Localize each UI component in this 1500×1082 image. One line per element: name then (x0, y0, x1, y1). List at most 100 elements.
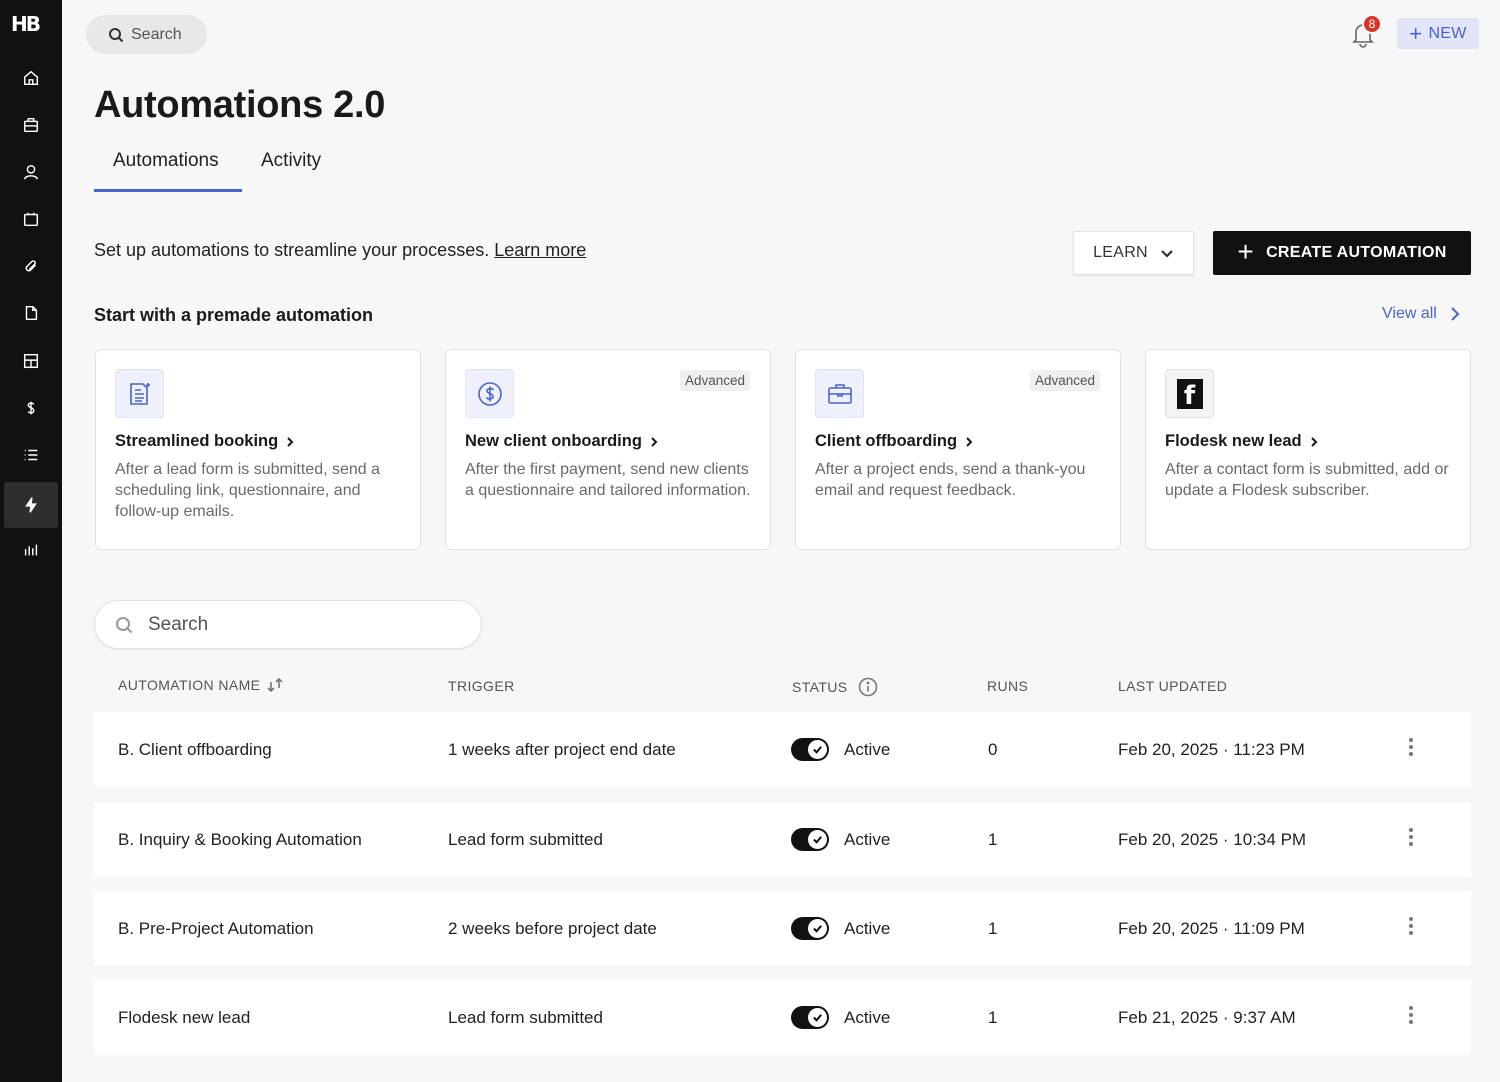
sidebar-item-documents[interactable] (4, 290, 58, 336)
document-icon (25, 305, 38, 321)
list-icon (24, 449, 38, 461)
premade-card-title-text: Streamlined booking (115, 432, 279, 450)
sidebar-item-automations[interactable] (4, 482, 58, 528)
column-header-name[interactable]: AUTOMATION NAME (118, 677, 284, 693)
automation-name: Flodesk new lead (118, 1007, 251, 1027)
status-toggle[interactable] (791, 828, 829, 851)
toggle-knob (808, 740, 827, 759)
toggle-knob (808, 1008, 827, 1027)
sidebar-item-payments[interactable] (4, 385, 58, 431)
calendar-icon (23, 212, 39, 227)
premade-card-description: After the first payment, send new client… (465, 461, 751, 499)
check-icon (813, 836, 822, 844)
status-toggle[interactable] (791, 1006, 829, 1029)
chevron-right-icon (651, 436, 658, 447)
global-search[interactable]: Search (86, 15, 207, 54)
table-row[interactable]: B. Inquiry & Booking Automation Lead for… (94, 802, 1471, 877)
automation-runs: 1 (988, 1007, 998, 1027)
premade-card-streamlined-booking[interactable]: Streamlined booking After a lead form is… (95, 349, 421, 550)
column-header-status: STATUS (792, 677, 878, 697)
premade-card-description: After a contact form is submitted, add o… (1165, 461, 1449, 499)
sidebar-item-files[interactable] (4, 243, 58, 289)
chevron-right-icon (287, 436, 294, 447)
global-search-placeholder: Search (131, 25, 182, 43)
flodesk-logo: f (1176, 378, 1203, 409)
more-options-icon[interactable] (1399, 734, 1423, 760)
automation-trigger: 1 weeks after project end date (448, 739, 676, 759)
automation-status: Active (844, 918, 891, 938)
advanced-badge: Advanced (1029, 370, 1100, 391)
premade-card-title: Client offboarding (815, 432, 973, 451)
info-icon[interactable] (858, 677, 878, 697)
premade-card-title: New client onboarding (465, 432, 658, 451)
dollar-icon (27, 401, 35, 415)
table-row[interactable]: B. Client offboarding 1 weeks after proj… (94, 712, 1471, 787)
home-icon (23, 70, 39, 86)
table-row[interactable]: B. Pre-Project Automation 2 weeks before… (94, 891, 1471, 966)
lightning-icon (25, 497, 37, 513)
sidebar-item-templates[interactable] (4, 338, 58, 384)
table-row[interactable]: Flodesk new lead Lead form submitted Act… (94, 980, 1471, 1055)
automation-runs: 1 (988, 829, 998, 849)
premade-card-title-text: Client offboarding (815, 432, 958, 450)
automation-last-updated: Feb 20, 2025 · 10:34 PM (1118, 829, 1307, 849)
premade-card-new-client-onboarding[interactable]: Advanced New client onboarding After the… (445, 349, 771, 550)
more-options-icon[interactable] (1399, 1002, 1423, 1028)
check-icon (813, 925, 822, 933)
learn-dropdown-button[interactable]: LEARN (1073, 231, 1194, 275)
search-icon (116, 616, 133, 633)
sidebar-item-home[interactable] (4, 55, 58, 101)
view-all-label: View all (1382, 305, 1437, 322)
premade-card-title: Flodesk new lead (1165, 432, 1318, 451)
premade-card-description: After a lead form is submitted, send a s… (115, 461, 381, 520)
premade-card-flodesk-new-lead[interactable]: f Flodesk new lead After a contact form … (1145, 349, 1471, 550)
chevron-right-icon (1451, 307, 1460, 321)
check-icon (813, 746, 822, 754)
sidebar-item-tasks[interactable] (4, 432, 58, 478)
create-automation-label: CREATE AUTOMATION (1266, 244, 1447, 261)
plus-icon: + (1237, 236, 1255, 267)
premade-card-description: After a project ends, send a thank-you e… (815, 461, 1086, 499)
new-button[interactable]: + NEW (1397, 18, 1479, 49)
automations-search-input[interactable] (148, 613, 448, 636)
premade-section-title: Start with a premade automation (94, 305, 374, 325)
automations-search (94, 600, 482, 649)
automation-runs: 1 (988, 918, 998, 938)
view-all-link[interactable]: View all (1382, 305, 1461, 323)
automation-last-updated: Feb 20, 2025 · 11:23 PM (1118, 739, 1305, 759)
new-button-label: NEW (1428, 24, 1467, 42)
premade-card-title: Streamlined booking (115, 432, 294, 451)
sidebar-item-projects[interactable] (4, 102, 58, 148)
active-tab-indicator (94, 189, 242, 192)
app-logo[interactable]: HB (11, 12, 47, 36)
create-automation-button[interactable]: + CREATE AUTOMATION (1213, 231, 1471, 275)
tab-activity[interactable]: Activity (261, 150, 321, 172)
bar-chart-icon (24, 544, 38, 556)
search-icon (109, 27, 124, 42)
sidebar-item-calendar[interactable] (4, 196, 58, 242)
column-header-status-label: STATUS (792, 679, 848, 695)
form-icon (115, 369, 164, 418)
sidebar-item-contacts[interactable] (4, 149, 58, 195)
more-options-icon[interactable] (1399, 913, 1423, 939)
column-header-last-updated: LAST UPDATED (1118, 678, 1228, 694)
more-options-icon[interactable] (1399, 824, 1423, 850)
automation-last-updated: Feb 20, 2025 · 11:09 PM (1118, 918, 1305, 938)
premade-card-client-offboarding[interactable]: Advanced Client offboarding After a proj… (795, 349, 1121, 550)
intro-text: Set up automations to streamline your pr… (94, 240, 586, 261)
automation-runs: 0 (988, 739, 998, 759)
status-toggle[interactable] (791, 738, 829, 761)
sidebar-item-reports[interactable] (4, 527, 58, 573)
learn-more-link[interactable]: Learn more (494, 240, 586, 260)
sidebar: HB (0, 0, 62, 1082)
status-toggle[interactable] (791, 917, 829, 940)
intro-description: Set up automations to streamline your pr… (94, 240, 490, 260)
chevron-right-icon (1310, 436, 1318, 447)
automation-status: Active (844, 739, 891, 759)
automation-name: B. Inquiry & Booking Automation (118, 829, 362, 849)
learn-button-label: LEARN (1093, 244, 1148, 261)
automation-trigger: Lead form submitted (448, 829, 603, 849)
tab-automations[interactable]: Automations (113, 150, 219, 172)
automation-name: B. Client offboarding (118, 739, 272, 759)
layout-icon (23, 353, 39, 369)
